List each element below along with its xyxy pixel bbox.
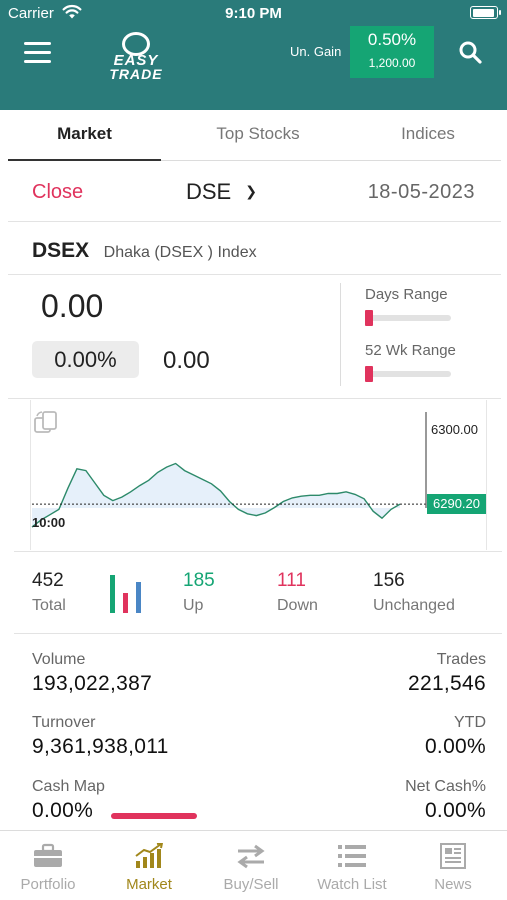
divider bbox=[8, 274, 501, 275]
turnover-stat: Turnover 9,361,938,011 bbox=[32, 714, 169, 759]
index-code: DSEX bbox=[32, 239, 90, 262]
days-range-bar bbox=[365, 310, 451, 326]
current-price-tag: 6290.20 bbox=[427, 494, 486, 515]
bottom-navigation: Portfolio Market Buy/Sell Watch List New… bbox=[0, 830, 507, 900]
index-chart[interactable]: 6300.00 6290.20 10:00 bbox=[0, 400, 507, 550]
up-label: Up bbox=[183, 597, 204, 614]
exchange-label: DSE bbox=[186, 179, 232, 204]
trades-stat: Trades 221,546 bbox=[408, 651, 486, 696]
nav-watch-list[interactable]: Watch List bbox=[302, 831, 402, 900]
tab-indices[interactable]: Indices bbox=[348, 112, 507, 160]
tab-top-stocks[interactable]: Top Stocks bbox=[178, 112, 338, 160]
total-stat: 452 Total bbox=[32, 570, 66, 615]
total-label: Total bbox=[32, 597, 66, 614]
index-name: Dhaka (DSEX ) Index bbox=[103, 244, 257, 261]
days-range-label: Days Range bbox=[365, 286, 448, 303]
list-icon bbox=[338, 845, 366, 867]
divider bbox=[340, 283, 341, 386]
net-cash-label: Net Cash% bbox=[405, 778, 486, 795]
easy-trade-logo: EASY TRADE bbox=[98, 32, 174, 86]
total-count: 452 bbox=[32, 570, 64, 591]
market-date: 18-05-2023 bbox=[367, 181, 475, 203]
search-icon[interactable] bbox=[458, 40, 482, 64]
unrealized-gain-badge[interactable]: 0.50% 1,200.00 bbox=[350, 26, 434, 78]
nav-portfolio[interactable]: Portfolio bbox=[0, 831, 98, 900]
cash-map-label: Cash Map bbox=[32, 778, 105, 795]
market-chart-icon bbox=[135, 843, 164, 868]
days-range-marker bbox=[365, 310, 373, 326]
clock: 9:10 PM bbox=[225, 5, 282, 22]
battery-icon bbox=[470, 6, 501, 19]
swap-arrows-icon bbox=[237, 844, 265, 869]
briefcase-icon bbox=[34, 843, 62, 867]
turnover-value: 9,361,938,011 bbox=[32, 735, 169, 758]
gain-percent: 0.50% bbox=[367, 30, 417, 49]
cash-map-value: 0.00% bbox=[32, 799, 94, 822]
index-change-percent: 0.00% bbox=[32, 341, 139, 378]
exchange-selector[interactable]: DSE ❯ bbox=[186, 179, 257, 205]
nav-news[interactable]: News bbox=[403, 831, 503, 900]
newspaper-icon bbox=[440, 843, 466, 869]
x-tick-label: 10:00 bbox=[32, 515, 66, 530]
hamburger-menu-button[interactable] bbox=[24, 42, 52, 64]
index-value: 0.00 bbox=[41, 288, 104, 324]
nav-market[interactable]: Market bbox=[99, 831, 199, 900]
down-stat: 111 Down bbox=[277, 570, 318, 615]
down-count: 111 bbox=[277, 570, 306, 591]
market-status-bar: Close DSE ❯ 18-05-2023 bbox=[8, 168, 501, 222]
net-cash-stat: Net Cash% 0.00% bbox=[405, 778, 486, 823]
index-change: 0.00 bbox=[163, 347, 210, 374]
nav-buy-sell[interactable]: Buy/Sell bbox=[201, 831, 301, 900]
divider bbox=[8, 398, 501, 399]
market-status: Close bbox=[32, 181, 84, 203]
up-stat: 185 Up bbox=[183, 570, 215, 615]
ytd-stat: YTD 0.00% bbox=[425, 714, 486, 759]
cash-map-bar bbox=[111, 813, 197, 819]
gain-amount: 1,200.00 bbox=[368, 56, 416, 70]
up-count: 185 bbox=[183, 570, 215, 591]
volume-label: Volume bbox=[32, 651, 86, 668]
divider bbox=[14, 633, 502, 634]
app-header: EASY TRADE Un. Gain 0.50% 1,200.00 bbox=[0, 26, 507, 110]
status-bar: Carrier 9:10 PM bbox=[0, 0, 507, 26]
unchanged-label: Unchanged bbox=[373, 597, 455, 614]
volume-value: 193,022,387 bbox=[32, 672, 153, 695]
breadth-bars-icon bbox=[110, 575, 141, 613]
volume-stat: Volume 193,022,387 bbox=[32, 651, 152, 696]
wk52-range-label: 52 Wk Range bbox=[365, 342, 456, 359]
chevron-down-icon: ❯ bbox=[245, 183, 257, 199]
trades-label: Trades bbox=[436, 651, 486, 668]
divider bbox=[14, 551, 502, 552]
trades-value: 221,546 bbox=[407, 672, 486, 695]
market-tabs: Market Top Stocks Indices bbox=[8, 112, 501, 161]
unchanged-stat: 156 Unchanged bbox=[373, 570, 455, 615]
turnover-label: Turnover bbox=[32, 714, 96, 731]
index-title: DSEX Dhaka (DSEX ) Index bbox=[32, 239, 257, 263]
wk52-range-marker bbox=[365, 366, 373, 382]
unchanged-count: 156 bbox=[373, 570, 405, 591]
tab-market[interactable]: Market bbox=[8, 112, 161, 161]
ytd-label: YTD bbox=[454, 714, 486, 731]
down-label: Down bbox=[277, 597, 318, 614]
net-cash-value: 0.00% bbox=[424, 799, 486, 822]
cash-map-stat: Cash Map 0.00% bbox=[32, 778, 105, 823]
y-tick-label: 6300.00 bbox=[431, 422, 478, 437]
unrealized-gain-label: Un. Gain bbox=[290, 44, 342, 59]
ytd-value: 0.00% bbox=[424, 735, 486, 758]
wk52-range-bar bbox=[365, 366, 451, 382]
